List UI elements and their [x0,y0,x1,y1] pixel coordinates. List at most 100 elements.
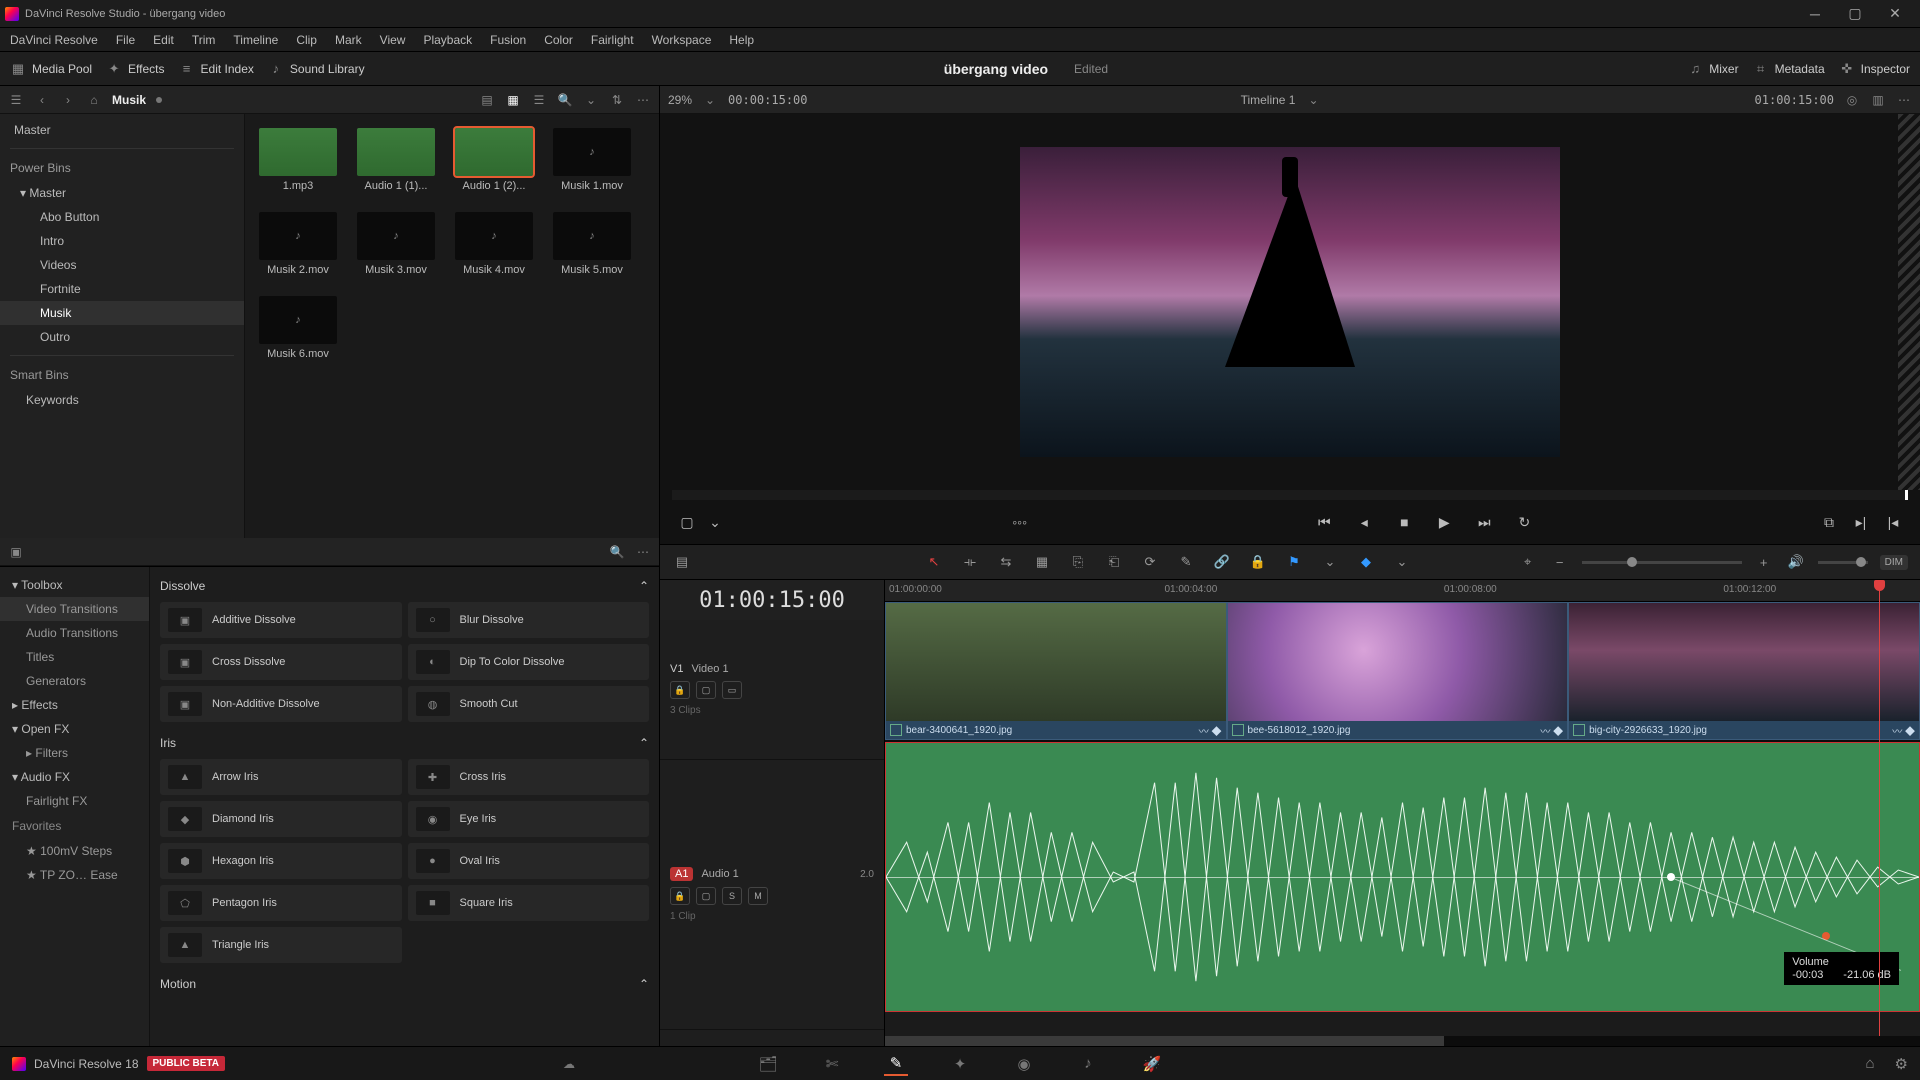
dim-badge[interactable]: DIM [1880,555,1908,570]
loop-icon[interactable]: ↻ [1515,513,1533,531]
clip-thumb[interactable]: ♪Musik 5.mov [553,212,631,276]
chevron-down-icon[interactable]: ⌄ [583,92,599,108]
sort-icon[interactable]: ⇅ [609,92,625,108]
mute-btn[interactable]: M [748,887,768,905]
fx-item[interactable]: ●Oval Iris [408,843,650,879]
track-header-a1[interactable]: A1Audio 12.0 🔒 ▢ S M 1 Clip [660,760,884,1030]
clip-thumb-selected[interactable]: Audio 1 (2)... [455,128,533,192]
fx-item[interactable]: ▲Arrow Iris [160,759,402,795]
goto-end-icon[interactable]: ⏭ [1475,513,1493,531]
menu-item[interactable]: Trim [192,33,216,47]
page-fusion-icon[interactable]: ✦ [948,1052,972,1076]
fx-cat-toolbox[interactable]: ▾ Toolbox [0,573,149,597]
volume-line[interactable] [886,877,1919,878]
prev-edit-icon[interactable]: ▸| [1852,513,1870,531]
fx-item[interactable]: ◉Eye Iris [408,801,650,837]
panel-toggle-metadata[interactable]: ⌗Metadata [1753,61,1825,77]
bin-master[interactable]: Master [0,118,244,142]
bin-item[interactable]: Videos [0,253,244,277]
fx-item[interactable]: ■Square Iris [408,885,650,921]
bin-item[interactable]: Intro [0,229,244,253]
page-cut-icon[interactable]: ✄ [820,1052,844,1076]
disable-track-btn[interactable]: ▭ [722,681,742,699]
settings-icon[interactable]: ⚙ [1895,1055,1908,1073]
fx-cat-videotrans[interactable]: Video Transitions [0,597,149,621]
fx-item[interactable]: ▣Cross Dissolve [160,644,402,680]
marker-icon[interactable]: ◆ [1356,552,1376,572]
fx-item[interactable]: ◍Smooth Cut [408,686,650,722]
panel-toggle-mixer[interactable]: ♫Mixer [1687,61,1738,77]
auto-select-btn[interactable]: ▢ [696,681,716,699]
fx-item[interactable]: ◐Dip To Color Dissolve [408,644,650,680]
video-track-v1[interactable]: bear-3400641_1920.jpg〰 ◆ bee-5618012_192… [885,602,1920,742]
window-minimize-icon[interactable]: ─ [1795,0,1835,28]
timeline-name[interactable]: Timeline 1 [1241,93,1296,107]
page-fairlight-icon[interactable]: ♪ [1076,1052,1100,1076]
thumb-view-icon[interactable]: ▦ [505,92,521,108]
clip-thumb[interactable]: Audio 1 (1)... [357,128,435,192]
collapse-icon[interactable]: ⌃ [639,977,649,991]
zoom-slider[interactable] [1582,561,1742,564]
fx-item[interactable]: ◆Diamond Iris [160,801,402,837]
step-back-icon[interactable]: ◂ [1355,513,1373,531]
strip-view-icon[interactable]: ▤ [479,92,495,108]
fx-cat-generators[interactable]: Generators [0,669,149,693]
collapse-icon[interactable]: ⌃ [639,736,649,750]
chevron-down-icon[interactable]: ⌄ [1305,92,1321,108]
more-icon[interactable]: ⋯ [635,544,651,560]
chevron-down-icon[interactable]: ⌄ [706,513,724,531]
insert-icon[interactable]: ⎘ [1068,552,1088,572]
more-icon[interactable]: ⋯ [1896,92,1912,108]
fx-item[interactable]: ○Blur Dissolve [408,602,650,638]
fx-cat-audiotrans[interactable]: Audio Transitions [0,621,149,645]
panel-toggle-mediapool[interactable]: ▦Media Pool [10,61,92,77]
fx-cat-openfx[interactable]: ▾ Open FX [0,717,149,741]
menu-item[interactable]: Help [729,33,754,47]
solo-btn[interactable]: S [722,887,742,905]
video-clip[interactable]: bear-3400641_1920.jpg〰 ◆ [885,602,1227,740]
page-deliver-icon[interactable]: 🚀 [1140,1052,1164,1076]
snapping-icon[interactable]: ⌖ [1518,552,1538,572]
overwrite-icon[interactable]: ⎗ [1104,552,1124,572]
menu-item[interactable]: Clip [296,33,317,47]
menu-item[interactable]: Edit [153,33,174,47]
chevron-down-icon[interactable]: ⌄ [702,92,718,108]
timeline-ruler[interactable]: 01:00:00:00 01:00:04:00 01:00:08:00 01:0… [885,580,1920,602]
fx-cat-filters[interactable]: ▸ Filters [0,741,149,765]
pointer-tool-icon[interactable]: ↖ [924,552,944,572]
lock-track-btn[interactable]: 🔒 [670,681,690,699]
lock-icon[interactable]: 🔒 [1248,552,1268,572]
bin-item[interactable]: Fortnite [0,277,244,301]
menu-item[interactable]: Mark [335,33,362,47]
bin-item[interactable]: Outro [0,325,244,349]
fx-item[interactable]: ▣Non-Additive Dissolve [160,686,402,722]
nav-back-icon[interactable]: ‹ [34,92,50,108]
page-edit-icon[interactable]: ✎ [884,1052,908,1076]
panel-toggle-effects[interactable]: ✦Effects [106,61,164,77]
home-icon[interactable]: ⌂ [86,92,102,108]
fx-cat-fairlightfx[interactable]: Fairlight FX [0,789,149,813]
bin-item[interactable]: Abo Button [0,205,244,229]
clip-thumb[interactable]: ♪Musik 6.mov [259,296,337,360]
viewer-zoom[interactable]: 29% [668,93,692,107]
stop-icon[interactable]: ■ [1395,513,1413,531]
chevron-down-icon[interactable]: ⌄ [1392,552,1412,572]
page-media-icon[interactable]: 🗂 [756,1052,780,1076]
auto-select-btn[interactable]: ▢ [696,887,716,905]
chevron-down-icon[interactable]: ⌄ [1320,552,1340,572]
zoom-in-icon[interactable]: + [1754,552,1774,572]
viewer-scrubber[interactable] [672,490,1908,500]
page-color-icon[interactable]: ◉ [1012,1052,1036,1076]
more-icon[interactable]: ⋯ [635,92,651,108]
dual-viewer-icon[interactable]: ▥ [1870,92,1886,108]
nav-fwd-icon[interactable]: › [60,92,76,108]
fx-item[interactable]: ▣Additive Dissolve [160,602,402,638]
audio-track-a1[interactable]: Volume -00:03 -21.06 dB [885,742,1920,1012]
window-close-icon[interactable]: ✕ [1875,0,1915,28]
video-clip[interactable]: bee-5618012_1920.jpg〰 ◆ [1227,602,1569,740]
menu-item[interactable]: Timeline [233,33,278,47]
search-icon[interactable]: 🔍 [557,92,573,108]
clip-thumb[interactable]: ♪Musik 3.mov [357,212,435,276]
fx-item[interactable]: ✚Cross Iris [408,759,650,795]
search-icon[interactable]: 🔍 [609,544,625,560]
